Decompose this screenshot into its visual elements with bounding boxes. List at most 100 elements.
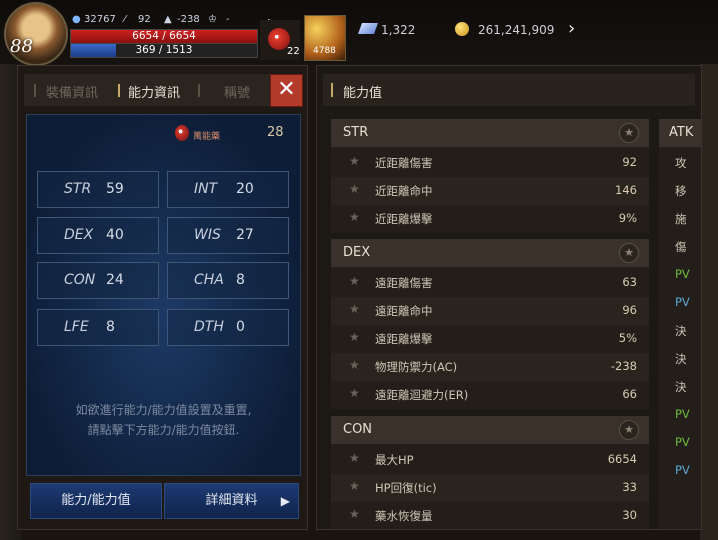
section-dex: DEX ★ ★ 遠距離傷害 63 ★ 遠距離命中 96 ★ 遠距離爆擊 5% ★… <box>331 239 649 409</box>
row-value: 9% <box>618 211 637 225</box>
skill-count: 4788 <box>313 46 336 56</box>
panel-title: 能力值 <box>343 86 383 101</box>
section-con: CON ★ ★ 最大HP 6654 ★ HP回復(tic) 33 ★ 藥水恢復量… <box>331 416 649 529</box>
row-value: 33 <box>622 480 637 494</box>
tab-title[interactable]: 稱號 <box>224 82 250 101</box>
stat-cell-cha: CHA 8 <box>167 262 289 299</box>
row-label: 遠距離命中 <box>375 304 433 318</box>
star-icon: ★ <box>349 358 360 372</box>
row-label: HP回復(tic) <box>375 481 437 495</box>
trophy-icon: ♔ <box>208 14 217 25</box>
detail-button-label: 詳細資料 <box>205 493 258 508</box>
stat-value: 8 <box>106 319 115 335</box>
row-value: 63 <box>622 275 637 289</box>
stat-row: ★ 遠距離爆擊 5% <box>331 325 649 353</box>
stat-value: 0 <box>236 319 245 335</box>
stat-a: 32767 <box>84 14 116 25</box>
tab-divider <box>198 84 200 97</box>
stat-value: 20 <box>236 181 254 197</box>
stat-c: -238 <box>177 14 200 25</box>
row-value: 5% <box>618 331 637 345</box>
stat-cell-con: CON 24 <box>37 262 159 299</box>
stat-name: DTH <box>194 319 224 335</box>
star-icon: ★ <box>349 330 360 344</box>
elixir-label: 萬能藥 <box>193 132 221 142</box>
tab-equipment[interactable]: 裝備資訊 <box>46 82 98 101</box>
section-str: STR ★ ★ 近距離傷害 92 ★ 近距離命中 146 ★ 近距離爆擊 9% <box>331 119 649 233</box>
star-icon[interactable]: ★ <box>619 243 639 263</box>
stat-name: CHA <box>194 272 224 288</box>
star-icon: ★ <box>349 302 360 316</box>
atk-row-label: 施 <box>675 212 687 226</box>
section-title: CON <box>343 422 373 437</box>
section-header: DEX ★ <box>331 239 649 267</box>
hint-line-2: 請點擊下方能力/能力值按鈕. <box>87 423 240 437</box>
hint-line-1: 如欲進行能力/能力值設置及重置, <box>75 403 252 417</box>
ability-values-panel: 能力值 STR ★ ★ 近距離傷害 92 ★ 近距離命中 146 ★ 近距離爆擊… <box>316 65 702 530</box>
section-header: STR ★ <box>331 119 649 147</box>
stat-value: 59 <box>106 181 124 197</box>
atk-row-label: 決 <box>675 324 687 338</box>
stat-value: 40 <box>106 227 124 243</box>
row-label: 遠距離傷害 <box>375 276 433 290</box>
section-title: DEX <box>343 245 371 260</box>
potion-count: 22 <box>287 46 300 57</box>
atk-row-label: 決 <box>675 380 687 394</box>
stat-name: LFE <box>64 319 89 335</box>
star-icon: ★ <box>349 154 360 168</box>
stat-row: ★ HP回復(tic) 33 <box>331 474 649 502</box>
section-title: ATK <box>669 125 694 140</box>
gem-icon <box>357 23 379 34</box>
star-icon: ★ <box>349 507 360 521</box>
close-button[interactable]: ✕ <box>270 74 303 107</box>
mp-bar: 369 / 1513 <box>70 43 258 58</box>
star-icon: ★ <box>349 451 360 465</box>
info-tabs: 裝備資訊 能力資訊 稱號 <box>24 74 270 106</box>
tab-ability[interactable]: 能力資訊 <box>128 82 180 101</box>
star-icon[interactable]: ★ <box>619 420 639 440</box>
section-title: STR <box>343 125 369 140</box>
panel-header: 能力值 <box>323 74 695 106</box>
row-value: 66 <box>622 387 637 401</box>
mp-text: 369 / 1513 <box>135 44 193 56</box>
stat-name: DEX <box>64 227 94 243</box>
stat-row: ★ 物理防禦力(AC) -238 <box>331 353 649 381</box>
stat-value: 8 <box>236 272 245 288</box>
stat-value: 24 <box>106 272 124 288</box>
row-label: 最大HP <box>375 453 414 467</box>
atk-row-label: 決 <box>675 352 687 366</box>
star-icon: ★ <box>349 182 360 196</box>
gold-coin-icon <box>455 22 469 36</box>
row-value: 30 <box>622 508 637 522</box>
star-icon: ★ <box>349 479 360 493</box>
star-icon: ★ <box>349 274 360 288</box>
row-value: 146 <box>615 183 637 197</box>
skill-slot[interactable]: 4788 <box>304 15 346 61</box>
stat-b: 92 <box>138 14 151 25</box>
stat-name: WIS <box>194 227 221 243</box>
row-label: 近距離命中 <box>375 184 433 198</box>
stat-row: ★ 近距離傷害 92 <box>331 149 649 177</box>
stat-row: ★ 遠距離傷害 63 <box>331 269 649 297</box>
stat-value: 27 <box>236 227 254 243</box>
stat-row: ★ 近距離命中 146 <box>331 177 649 205</box>
section-header: CON ★ <box>331 416 649 444</box>
stat-cell-dex: DEX 40 <box>37 217 159 254</box>
atk-row-label: PV <box>675 267 690 281</box>
potion-slot[interactable]: 22 <box>260 20 300 60</box>
elixir-value: 28 <box>267 125 284 140</box>
stat-row: ★ 近距離爆擊 9% <box>331 205 649 233</box>
stat-name: STR <box>64 181 92 197</box>
atk-row-label: 傷 <box>675 240 687 254</box>
stat-row: ★ 遠距離命中 96 <box>331 297 649 325</box>
atk-row-label: PV <box>675 435 690 449</box>
detail-button[interactable]: 詳細資料 ▶ <box>164 483 299 519</box>
ability-button[interactable]: 能力/能力值 <box>30 483 162 519</box>
stat-cell-int: INT 20 <box>167 171 289 208</box>
star-icon[interactable]: ★ <box>619 123 639 143</box>
chevron-right-icon[interactable]: › <box>568 18 575 39</box>
gem-amount: 1,322 <box>381 23 416 37</box>
atk-row-label: PV <box>675 407 690 421</box>
sword-icon: ⁄ <box>124 14 126 25</box>
tab-divider <box>118 84 120 97</box>
